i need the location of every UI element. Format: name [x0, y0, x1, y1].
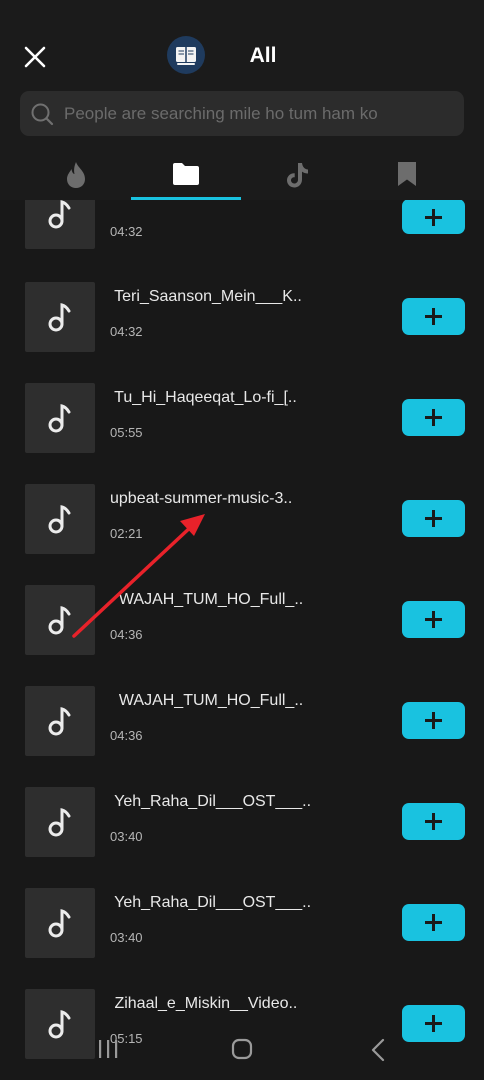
book-logo-icon: [167, 36, 205, 74]
folder-icon: [173, 163, 199, 185]
search-icon: [31, 103, 54, 126]
close-button[interactable]: [18, 40, 52, 74]
plus-icon: [425, 510, 442, 527]
plus-icon: [425, 914, 442, 931]
list-item[interactable]: WAJAH_TUM_HO_Full_.. 04:36: [0, 585, 484, 686]
music-note-icon: [48, 200, 71, 229]
plus-icon: [425, 712, 442, 729]
recent-apps-button[interactable]: [96, 1038, 120, 1065]
music-note-icon: [48, 707, 71, 736]
list-item[interactable]: WAJAH_TUM_HO_Full_.. 04:36: [0, 686, 484, 787]
top-bar: All: [0, 0, 484, 200]
add-track-button[interactable]: [402, 200, 465, 234]
track-duration: 03:40: [110, 930, 143, 945]
search-input[interactable]: [64, 91, 454, 136]
track-title: Yeh_Raha_Dil___OST___..: [110, 793, 312, 810]
home-icon: [231, 1038, 253, 1060]
tab-bookmarks[interactable]: [352, 152, 462, 200]
list-item[interactable]: Yeh_Raha_Dil___OST___.. 03:40: [0, 787, 484, 888]
add-track-button[interactable]: [402, 904, 465, 941]
add-track-button[interactable]: [402, 399, 465, 436]
track-duration: 03:40: [110, 829, 143, 844]
plus-icon: [425, 308, 442, 325]
page-title: All: [249, 44, 277, 67]
track-thumbnail: [25, 989, 95, 1059]
track-thumbnail: [25, 200, 95, 249]
flame-icon: [67, 162, 85, 188]
track-thumbnail: [25, 888, 95, 958]
music-note-icon: [48, 909, 71, 938]
search-bar[interactable]: [20, 91, 464, 136]
music-note-icon: [48, 1010, 71, 1039]
plus-icon: [425, 813, 442, 830]
list-item[interactable]: Teri_Saanson_Mein___K.. 04:32: [0, 282, 484, 383]
back-button[interactable]: [368, 1038, 388, 1067]
track-duration: 02:21: [110, 526, 143, 541]
tab-selected-indicator: [131, 197, 241, 200]
track-title: Teri_Saanson_Mein___K..: [110, 288, 302, 305]
track-title: Zihaal_e_Miskin__Video..: [110, 995, 298, 1012]
track-duration: 04:36: [110, 627, 143, 642]
add-track-button[interactable]: [402, 500, 465, 537]
add-track-button[interactable]: [402, 1005, 465, 1042]
track-duration: 04:32: [110, 224, 143, 239]
list-item[interactable]: Yeh_Raha_Dil___OST___.. 03:40: [0, 888, 484, 989]
music-note-icon: [48, 505, 71, 534]
track-title: WAJAH_TUM_HO_Full_..: [110, 591, 304, 608]
music-note-icon: [48, 404, 71, 433]
bookmark-icon: [398, 162, 416, 186]
track-title: Yeh_Raha_Dil___OST___..: [110, 894, 312, 911]
add-track-button[interactable]: [402, 298, 465, 335]
music-note-icon: [48, 303, 71, 332]
list-item[interactable]: Tu_Hi_Haqeeqat_Lo-fi_[.. 05:55: [0, 383, 484, 484]
tiktok-icon: [287, 163, 308, 188]
track-duration: 05:55: [110, 425, 143, 440]
music-note-icon: [48, 606, 71, 635]
home-button[interactable]: [230, 1038, 254, 1067]
track-thumbnail: [25, 787, 95, 857]
track-title: upbeat-summer-music-3..: [110, 490, 293, 507]
track-list[interactable]: 04:32 Teri_Saanson_Mein___K.. 04:32 Tu_H…: [0, 200, 484, 1080]
list-item[interactable]: upbeat-summer-music-3.. 02:21: [0, 484, 484, 585]
track-duration: 04:32: [110, 324, 143, 339]
plus-icon: [425, 209, 442, 226]
plus-icon: [425, 409, 442, 426]
track-title: WAJAH_TUM_HO_Full_..: [110, 692, 304, 709]
music-note-icon: [48, 808, 71, 837]
tab-trending[interactable]: [21, 152, 131, 200]
track-thumbnail: [25, 484, 95, 554]
track-thumbnail: [25, 686, 95, 756]
plus-icon: [425, 1015, 442, 1032]
track-thumbnail: [25, 282, 95, 352]
add-track-button[interactable]: [402, 601, 465, 638]
track-title: Tu_Hi_Haqeeqat_Lo-fi_[..: [110, 389, 297, 406]
plus-icon: [425, 611, 442, 628]
add-track-button[interactable]: [402, 702, 465, 739]
tab-folder[interactable]: [131, 152, 241, 200]
track-thumbnail: [25, 383, 95, 453]
track-duration: 04:36: [110, 728, 143, 743]
recent-apps-icon: [99, 1040, 118, 1058]
track-thumbnail: [25, 585, 95, 655]
close-icon: [24, 46, 46, 68]
tab-tiktok[interactable]: [242, 152, 352, 200]
back-icon: [371, 1038, 385, 1062]
add-track-button[interactable]: [402, 803, 465, 840]
